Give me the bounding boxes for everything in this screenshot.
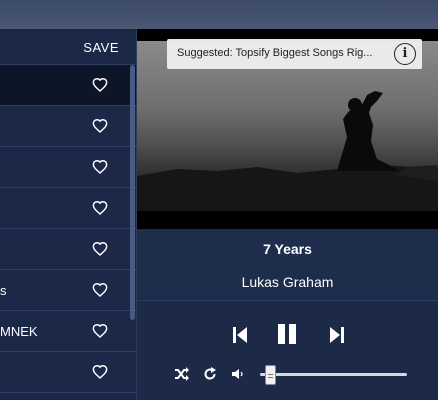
track-title: 7 Years [263, 241, 312, 257]
volume-slider-thumb[interactable] [265, 365, 277, 385]
playlist-row-title: s [0, 283, 7, 298]
skip-previous-icon[interactable] [232, 326, 248, 344]
playlist-scrollbar[interactable] [130, 65, 135, 320]
player-controls [137, 300, 438, 400]
heart-icon[interactable] [92, 364, 108, 380]
player-panel: Suggested: Topsify Biggest Songs Rig... … [137, 29, 438, 400]
volume-icon[interactable] [232, 368, 244, 380]
skip-next-icon[interactable] [329, 326, 345, 344]
playlist-row[interactable] [0, 229, 136, 270]
heart-icon[interactable] [92, 159, 108, 175]
playlist-header: SAVE [0, 29, 136, 65]
save-button[interactable]: SAVE [83, 40, 119, 55]
suggestion-text: Suggested: Topsify Biggest Songs Rig... [177, 47, 373, 59]
pause-icon[interactable] [276, 323, 298, 345]
playlist-panel: SAVE s MNEK [0, 29, 137, 400]
playlist-row[interactable]: MNEK [0, 311, 136, 352]
heart-icon[interactable] [92, 77, 108, 93]
heart-icon[interactable] [92, 241, 108, 257]
info-icon[interactable]: i [394, 43, 416, 65]
playlist-row[interactable] [0, 106, 136, 147]
top-bar [0, 0, 438, 29]
playlist-row[interactable] [0, 147, 136, 188]
heart-icon[interactable] [92, 118, 108, 134]
suggestion-banner[interactable]: Suggested: Topsify Biggest Songs Rig... … [167, 39, 422, 69]
heart-icon[interactable] [92, 200, 108, 216]
playlist-row[interactable]: s [0, 270, 136, 311]
volume-slider-track[interactable] [260, 373, 407, 376]
playlist-row[interactable] [0, 352, 136, 393]
playlist-list: s MNEK [0, 65, 136, 393]
shuffle-icon[interactable] [174, 367, 189, 381]
playlist-row[interactable] [0, 188, 136, 229]
playlist-row[interactable] [0, 65, 136, 106]
video-frame[interactable]: Suggested: Topsify Biggest Songs Rig... … [137, 29, 438, 229]
heart-icon[interactable] [92, 323, 108, 339]
heart-icon[interactable] [92, 282, 108, 298]
track-artist: Lukas Graham [241, 274, 334, 290]
repeat-icon[interactable] [203, 367, 217, 381]
playlist-row-title: MNEK [0, 324, 38, 339]
